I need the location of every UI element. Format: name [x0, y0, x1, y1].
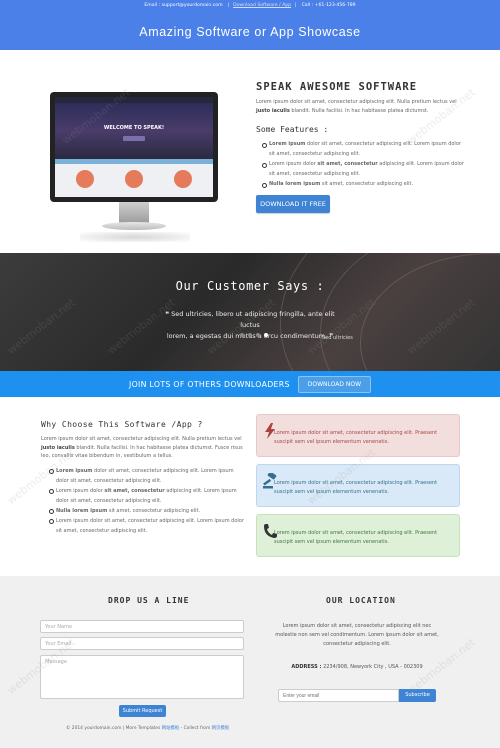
carousel-dots — [240, 333, 268, 337]
contact-title: DROP US A LINE — [108, 596, 190, 605]
bold-text: sit amet, consectetur — [104, 487, 165, 494]
phone-icon — [264, 524, 277, 538]
software-title: SPEAK AWESOME SOFTWARE — [256, 81, 418, 93]
testimonial-quote: ❝ Sed ultricies, libero ut adipiscing fr… — [160, 309, 340, 342]
list-item: Lorem ipsum dolor sit amet, consectetur … — [49, 516, 247, 536]
alert-box-danger: Lorem ipsum dolor sit amet, consectetur … — [256, 414, 460, 457]
bold-text: Nulla lorem ipsum — [56, 507, 108, 514]
templates-link[interactable]: 网站模板 — [162, 726, 180, 731]
hero-title: Amazing Software or App Showcase — [139, 25, 361, 39]
bold-text: Lorem ipsum — [269, 141, 306, 147]
contact-phone: Call : +61-123-456-789 — [301, 3, 356, 8]
newsletter-input[interactable] — [278, 689, 399, 702]
text: blandit. Nulla facilisi. In hac habitass… — [289, 107, 429, 114]
screen-circle — [173, 170, 192, 188]
carousel-dot[interactable] — [256, 333, 260, 337]
location-text: Lorem ipsum dolor sit amet, consectetur … — [275, 623, 439, 647]
contact-email: Email : support@yourdomain.com — [144, 3, 223, 8]
alert-box-success: Lorem ipsum dolor sit amet, consectetur … — [256, 514, 460, 557]
text: Lorem ipsum dolor sit amet, consectetur … — [56, 517, 244, 534]
divider: | — [294, 3, 297, 8]
list-item: Lorem ipsum dolor sit amet, consectetur … — [262, 139, 466, 159]
quote-text: Sed ultricies, libero ut adipiscing frin… — [171, 310, 335, 329]
text: sit amet, consectetur adipiscing elit. — [107, 507, 201, 514]
address: ADDRESS : 2234/908, Newyork City , USA -… — [272, 664, 442, 670]
list-item: Lorem ipsum dolor sit amet, consectetur … — [262, 159, 466, 179]
text: Lorem ipsum dolor — [269, 161, 318, 167]
copyright: © 2014 yourdomain.com | More Templates 网… — [66, 725, 229, 731]
box-text: Lorem ipsum dolor sit amet, consectetur … — [274, 430, 438, 445]
bold-text: justo iaculis — [41, 444, 75, 451]
copyright-text: © 2014 yourdomain.com | More Templates — [66, 726, 162, 731]
download-free-button[interactable]: DOWNLOAD IT FREE — [256, 195, 330, 213]
gavel-icon — [263, 473, 277, 489]
screen-title: WELCOME TO SPEAK! — [103, 125, 165, 131]
monitor-base — [102, 222, 166, 230]
divider: | — [228, 3, 230, 8]
join-bar: JOIN LOTS OF OTHERS DOWNLOADERS DOWNLOAD… — [0, 371, 500, 397]
address-value: 2234/908, Newyork City , USA - 002309 — [321, 664, 423, 670]
features-title: Some Features : — [256, 125, 329, 134]
screen-circle — [124, 170, 143, 188]
carousel-dot[interactable] — [248, 333, 252, 337]
screen-icons — [55, 164, 213, 188]
copyright-text: - Collect from — [179, 726, 212, 731]
list-item: Lorem ipsum dolor sit amet, consectetur … — [49, 486, 247, 506]
why-list: Lorem ipsum dolor sit amet, consectetur … — [41, 466, 247, 536]
download-now-button[interactable]: DOWNLOAD NOW — [297, 375, 372, 393]
software-text: SPEAK AWESOME SOFTWARE Lorem ipsum dolor… — [256, 81, 466, 213]
features-list: Lorem ipsum dolor sit amet, consectetur … — [256, 139, 466, 189]
bold-text: sit amet, consectetur — [317, 161, 378, 167]
message-input[interactable] — [40, 655, 244, 699]
collect-link[interactable]: 网页模板 — [212, 726, 230, 731]
carousel-dot[interactable] — [240, 333, 244, 337]
list-item: Nulla lorem ipsum sit amet, consectetur … — [262, 179, 466, 189]
list-item: Nulla lorem ipsum sit amet, consectetur … — [49, 506, 247, 516]
screen-hero: WELCOME TO SPEAK! — [55, 103, 213, 159]
monitor-image: WELCOME TO SPEAK! — [50, 92, 218, 254]
box-text: Lorem ipsum dolor sit amet, consectetur … — [274, 530, 438, 545]
screen-circle — [76, 170, 95, 188]
submit-request-button[interactable]: Submit Request — [119, 705, 166, 717]
open-quote-icon: ❝ — [165, 310, 170, 318]
email-input[interactable] — [40, 637, 244, 650]
screen-content: WELCOME TO SPEAK! — [55, 97, 213, 197]
lightning-icon — [265, 423, 275, 439]
subscribe-button[interactable]: Subscribe — [399, 689, 436, 702]
top-info-bar: Email : support@yourdomain.com | Downloa… — [0, 0, 500, 8]
text: Lorem ipsum dolor sit amet, consectetur … — [256, 99, 457, 105]
carousel-dot-active[interactable] — [264, 333, 268, 337]
text: Lorem ipsum dolor sit amet, consectetur … — [41, 436, 242, 442]
bold-text: Nulla lorem ipsum — [269, 181, 321, 187]
testimonial-author: Sed ultricies — [322, 335, 353, 341]
screen-button — [123, 136, 145, 141]
why-title: Why Choose This Software /App ? — [41, 420, 203, 429]
header: Email : support@yourdomain.com | Downloa… — [0, 0, 500, 50]
why-section: Why Choose This Software /App ? Lorem ip… — [41, 420, 247, 536]
join-text: JOIN LOTS OF OTHERS DOWNLOADERS — [128, 379, 290, 389]
testimonial-title: Our Customer Says : — [175, 279, 325, 293]
list-item: Lorem ipsum dolor sit amet, consectetur … — [49, 466, 247, 486]
alert-box-info: Lorem ipsum dolor sit amet, consectetur … — [256, 464, 460, 507]
location-title: OUR LOCATION — [326, 596, 396, 605]
software-section: WELCOME TO SPEAK! SPEAK AWESOME SOFTWARE… — [0, 50, 500, 252]
bold-text: Lorem ipsum — [56, 467, 93, 474]
feature-boxes: Lorem ipsum dolor sit amet, consectetur … — [256, 414, 460, 564]
bold-text: justo iaculis — [256, 107, 290, 114]
why-intro: Lorem ipsum dolor sit amet, consectetur … — [41, 435, 247, 461]
box-text: Lorem ipsum dolor sit amet, consectetur … — [274, 480, 438, 495]
text: Lorem ipsum dolor — [56, 487, 105, 494]
monitor-stand — [119, 202, 149, 224]
name-input[interactable] — [40, 620, 244, 633]
testimonial-section: Our Customer Says : ❝ Sed ultricies, lib… — [0, 253, 500, 371]
download-link[interactable]: Download Software / App — [233, 3, 291, 8]
monitor-shadow — [80, 232, 190, 242]
monitor-screen: WELCOME TO SPEAK! — [50, 92, 218, 202]
text: sit amet, consectetur adipiscing elit. — [320, 181, 414, 187]
address-label: ADDRESS : — [291, 664, 322, 670]
software-intro: Lorem ipsum dolor sit amet, consectetur … — [256, 98, 466, 115]
